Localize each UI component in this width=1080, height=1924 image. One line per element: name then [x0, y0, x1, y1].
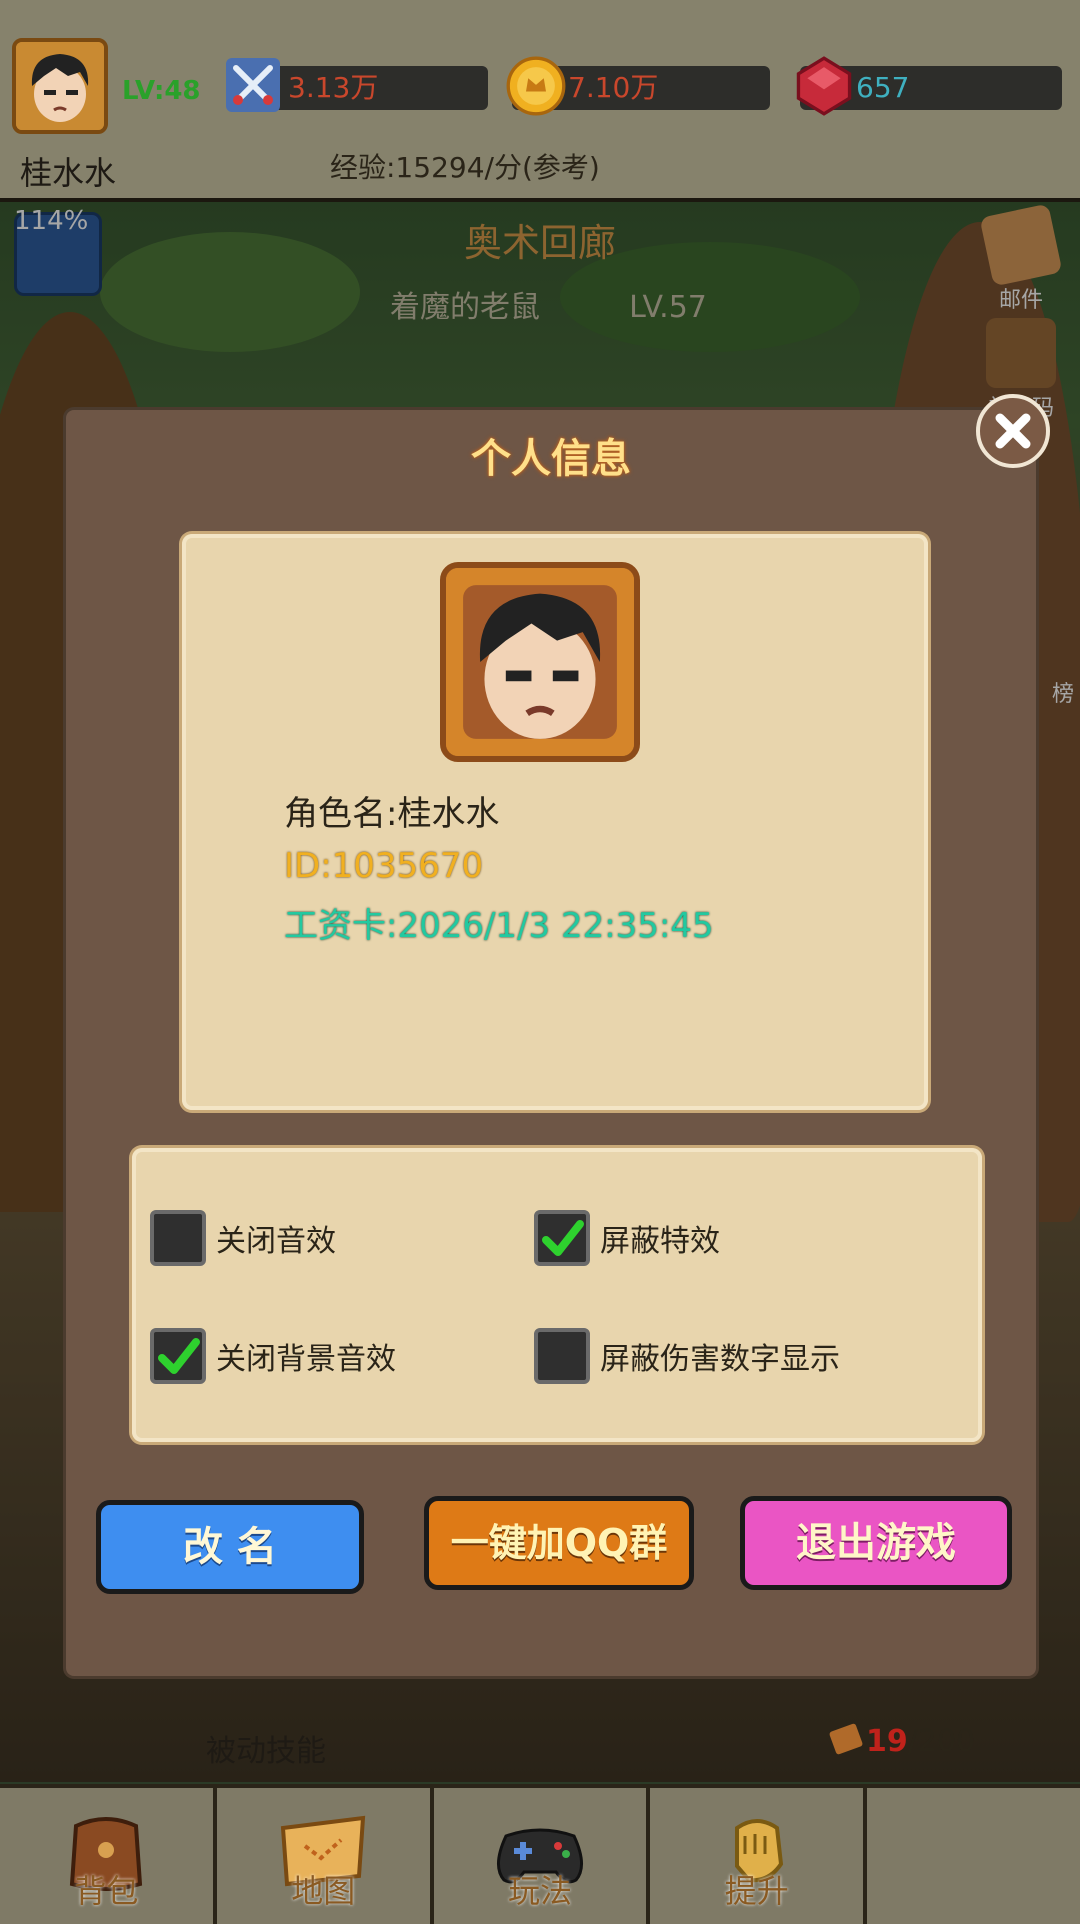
gem-display: 657 [796, 56, 1062, 116]
close-button[interactable] [976, 394, 1050, 468]
option-hide-damage-numbers[interactable]: 屏蔽伤害数字显示 [534, 1326, 840, 1386]
option-mute-bgm[interactable]: 关闭背景音效 [150, 1326, 396, 1386]
mute-sound-checkbox[interactable] [150, 1210, 206, 1266]
sword-icon [226, 58, 280, 112]
mute-bgm-checkbox[interactable] [150, 1328, 206, 1384]
player-avatar[interactable] [12, 38, 108, 134]
gold-coin-icon [506, 56, 566, 116]
bag-used: 19 [866, 1724, 908, 1759]
nav-upgrade[interactable]: 提升 [650, 1788, 868, 1924]
power-display: 3.13万 [226, 58, 488, 112]
ruby-icon [796, 56, 852, 116]
book-icon [828, 1722, 864, 1756]
dialog-title: 个人信息 [471, 436, 631, 482]
nav-map[interactable]: 地图 [217, 1788, 434, 1924]
checkmark-icon [542, 1220, 584, 1256]
exit-game-button[interactable]: 退出游戏 [740, 1496, 1012, 1590]
checkmark-icon [158, 1338, 200, 1374]
mute-sound-label: 关闭音效 [216, 1224, 336, 1259]
player-name: 桂水水 [20, 154, 117, 192]
profile-avatar [440, 562, 640, 762]
nav-play[interactable]: 玩法 [434, 1788, 651, 1924]
nav-map-label: 地图 [291, 1872, 356, 1910]
bag-capacity: 19/200 [828, 1722, 976, 1759]
hide-effects-label: 屏蔽特效 [600, 1224, 720, 1259]
nav-empty-slot [867, 1788, 1080, 1924]
hide-effects-checkbox[interactable] [534, 1210, 590, 1266]
gem-value: 657 [856, 71, 910, 104]
option-mute-sound[interactable]: 关闭音效 [150, 1208, 336, 1268]
option-hide-effects[interactable]: 屏蔽特效 [534, 1208, 720, 1268]
nav-play-label: 玩法 [507, 1872, 572, 1910]
avatar-face-icon [16, 42, 104, 130]
power-value: 3.13万 [288, 71, 379, 104]
bag-total: /200 [907, 1724, 976, 1759]
player-level: LV:48 [122, 76, 201, 106]
passive-skill-label: 被动技能 [206, 1734, 326, 1769]
bottom-nav: 背包 地图 玩法 提升 [0, 1784, 1080, 1924]
nav-bag-label: 背包 [74, 1872, 139, 1910]
exp-rate: 经验:15294/分(参考) [330, 151, 600, 184]
close-icon [995, 413, 1031, 449]
rename-button[interactable]: 改 名 [96, 1500, 364, 1594]
salary-card: 工资卡:2026/1/3 22:35:45 [284, 906, 714, 946]
player-id: ID:1035670 [284, 846, 484, 886]
top-hud: LV:48 桂水水 3.13万 7.10万 657 经验:15294/分(参考) [0, 0, 1080, 202]
gold-value: 7.10万 [568, 71, 659, 104]
nav-upgrade-label: 提升 [724, 1872, 789, 1910]
mute-bgm-label: 关闭背景音效 [216, 1342, 396, 1377]
hide-damage-numbers-checkbox[interactable] [534, 1328, 590, 1384]
role-name: 角色名:桂水水 [284, 794, 500, 834]
gold-display: 7.10万 [506, 56, 770, 116]
avatar-face-icon [446, 568, 634, 756]
hide-damage-numbers-label: 屏蔽伤害数字显示 [600, 1342, 840, 1377]
join-qq-group-button[interactable]: 一键加QQ群 [424, 1496, 694, 1590]
settings-panel [132, 1148, 982, 1442]
nav-bag[interactable]: 背包 [0, 1788, 217, 1924]
